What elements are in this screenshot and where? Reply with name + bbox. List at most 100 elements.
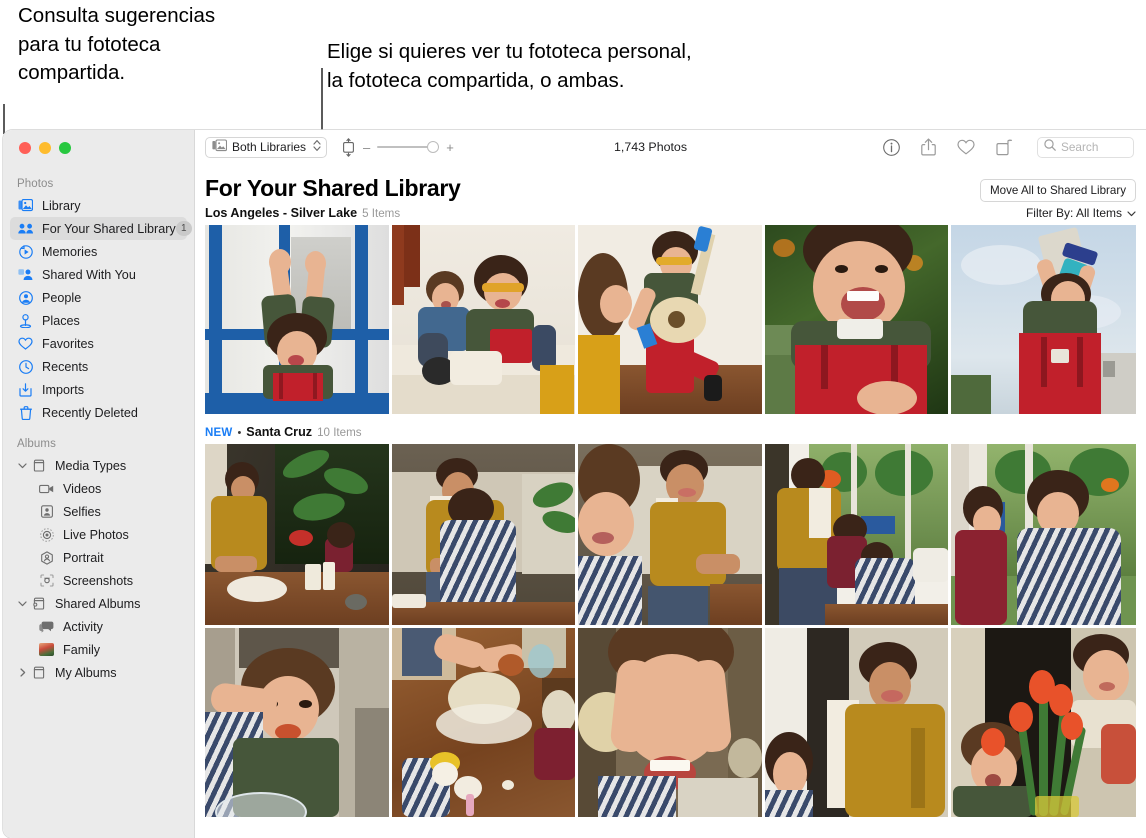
sidebar-item-label: Activity (63, 619, 103, 634)
sidebar-item-shared-with-you[interactable]: Shared With You (10, 263, 187, 286)
zoom-slider-knob[interactable] (427, 141, 440, 153)
annotation-left-text: Consulta sugerencias para tu fototeca co… (18, 4, 216, 84)
close-button[interactable] (19, 142, 31, 154)
photo-tile[interactable] (764, 444, 949, 625)
sidebar-item-library[interactable]: Library (10, 194, 187, 217)
sidebar-item-shared-albums[interactable]: Shared Albums (10, 592, 187, 615)
photo-tile[interactable] (951, 225, 1136, 414)
section-header-santa-cruz: NEW • Santa Cruz 10 Items (205, 414, 1136, 444)
sidebar-item-memories[interactable]: Memories (10, 240, 187, 263)
search-placeholder: Search (1061, 140, 1099, 154)
sidebar-item-imports[interactable]: Imports (10, 378, 187, 401)
video-icon (38, 481, 55, 496)
filter-by-dropdown[interactable]: Filter By: All Items (1026, 206, 1136, 220)
sidebar-item-recently-deleted[interactable]: Recently Deleted (10, 401, 187, 424)
album-box-icon (30, 458, 47, 473)
places-icon (17, 313, 34, 328)
chevron-updown-icon[interactable] (313, 139, 321, 155)
sidebar-item-label: Live Photos (63, 527, 129, 542)
sidebar-item-label: Screenshots (63, 573, 134, 588)
share-icon[interactable] (921, 138, 936, 156)
photo-tile[interactable] (578, 628, 762, 817)
zoom-controls: – + (341, 137, 454, 157)
aspect-ratio-icon[interactable] (341, 137, 356, 157)
photo-tile[interactable] (764, 628, 949, 817)
rotate-icon[interactable] (996, 138, 1013, 156)
sidebar-item-label: People (42, 290, 82, 305)
zoom-button[interactable] (59, 142, 71, 154)
sidebar-item-label: Portrait (63, 550, 104, 565)
section-item-count: 5 Items (362, 207, 401, 220)
sidebar-section-photos-title: Photos (17, 178, 54, 190)
import-icon (17, 382, 34, 397)
chevron-down-icon[interactable] (17, 462, 28, 469)
sidebar-item-favorites[interactable]: Favorites (10, 332, 187, 355)
screenshot-icon (38, 573, 55, 588)
photo-grid-row (205, 225, 1136, 414)
page-title: For Your Shared Library (205, 175, 461, 201)
search-icon (1044, 138, 1056, 156)
section-item-count: 10 Items (317, 426, 362, 439)
sidebar-item-my-albums[interactable]: My Albums (10, 661, 187, 684)
photo-tile[interactable] (951, 628, 1136, 817)
zoom-in-label[interactable]: + (446, 141, 454, 154)
sidebar-item-label: Places (42, 313, 80, 328)
chevron-right-icon[interactable] (17, 668, 28, 677)
library-icon (17, 198, 34, 213)
photo-tile[interactable] (205, 444, 389, 625)
photo-tile[interactable] (578, 444, 762, 625)
section-name: Los Angeles - Silver Lake (205, 206, 358, 220)
info-icon[interactable] (883, 138, 900, 156)
sidebar-item-portrait[interactable]: Portrait (10, 546, 187, 569)
filter-by-label: Filter By: All Items (1025, 206, 1122, 220)
zoom-slider[interactable] (377, 141, 440, 153)
sidebar-item-screenshots[interactable]: Screenshots (10, 569, 187, 592)
heart-icon[interactable] (957, 139, 975, 155)
memories-icon (17, 244, 34, 259)
photo-tile[interactable] (391, 444, 576, 625)
move-all-to-shared-library-button[interactable]: Move All to Shared Library (980, 179, 1136, 202)
window-traffic-lights[interactable] (3, 130, 194, 164)
photo-tile[interactable] (578, 225, 762, 414)
photo-grid-row (205, 444, 1136, 625)
annotation-right-text: Elige si quieres ver tu fototeca persona… (327, 40, 692, 92)
library-picker-icon (212, 139, 228, 155)
section-bullet: • (237, 427, 242, 439)
heart-icon (17, 336, 34, 351)
sidebar-item-selfies[interactable]: Selfies (10, 500, 187, 523)
sidebar-item-media-types[interactable]: Media Types (10, 454, 187, 477)
sidebar-item-activity[interactable]: Activity (10, 615, 187, 638)
photo-tile[interactable] (391, 225, 576, 414)
sidebar-item-family[interactable]: Family (10, 638, 187, 661)
library-selector-label: Both Libraries (232, 140, 307, 154)
library-selector[interactable]: Both Libraries (205, 136, 328, 158)
search-input[interactable]: Search (1037, 136, 1134, 158)
photo-tile[interactable] (205, 628, 389, 817)
sidebar-item-people[interactable]: People (10, 286, 187, 309)
sidebar-item-label: Library (42, 198, 81, 213)
section-new-badge: NEW (205, 427, 233, 439)
minimize-button[interactable] (39, 142, 51, 154)
sidebar-item-label: Recently Deleted (42, 405, 138, 420)
photo-tile[interactable] (391, 628, 576, 817)
sidebar-item-label: Imports (42, 382, 84, 397)
page-header: For Your Shared Library Move All to Shar… (205, 164, 1136, 202)
portrait-icon (38, 550, 55, 565)
zoom-out-label[interactable]: – (363, 141, 370, 154)
sidebar-item-live-photos[interactable]: Live Photos (10, 523, 187, 546)
sidebar-item-label: Shared Albums (55, 596, 141, 611)
sidebar-item-label: Favorites (42, 336, 94, 351)
sidebar-item-videos[interactable]: Videos (10, 477, 187, 500)
chevron-down-icon[interactable] (1127, 206, 1136, 220)
shared-album-icon (30, 596, 47, 611)
sidebar-item-recents[interactable]: Recents (10, 355, 187, 378)
chevron-down-icon[interactable] (17, 600, 28, 607)
photo-tile[interactable] (205, 225, 389, 414)
sidebar-item-label: Selfies (63, 504, 101, 519)
sidebar-item-for-your-shared-library[interactable]: For Your Shared Library 1 (10, 217, 192, 240)
sidebar-item-label: Videos (63, 481, 102, 496)
photo-tile[interactable] (764, 225, 949, 414)
photo-tile[interactable] (951, 444, 1136, 625)
sidebar-item-label: Recents (42, 359, 89, 374)
sidebar-item-places[interactable]: Places (10, 309, 187, 332)
